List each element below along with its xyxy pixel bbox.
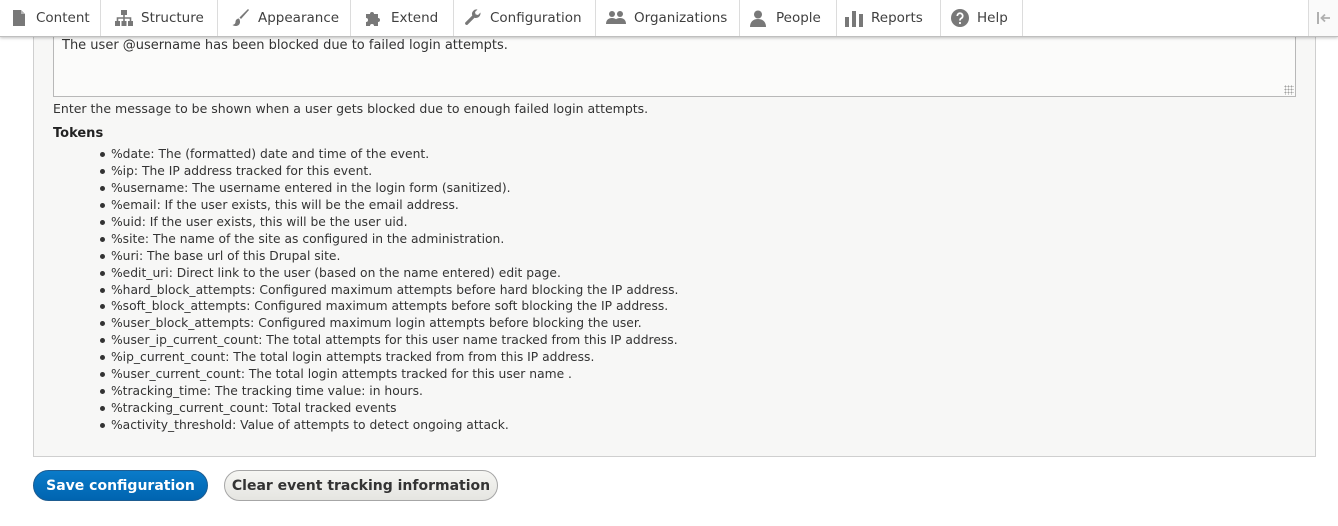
- token-item: %user_ip_current_count: The total attemp…: [99, 332, 678, 349]
- token-item: %user_block_attempts: Configured maximum…: [99, 315, 678, 332]
- token-item: %email: If the user exists, this will be…: [99, 197, 678, 214]
- sitemap-icon: [115, 9, 133, 27]
- toolbar-item-label: Configuration: [490, 10, 582, 26]
- token-item: %tracking_time: The tracking time value:…: [99, 383, 678, 400]
- toolbar-item-label: Reports: [871, 10, 923, 26]
- token-item: %user_current_count: The total login att…: [99, 366, 678, 383]
- toolbar-item-label: Content: [36, 10, 90, 26]
- tokens-list: %date: The (formatted) date and time of …: [99, 146, 678, 434]
- toolbar-item-structure[interactable]: Structure: [101, 0, 218, 36]
- toolbar-item-label: Structure: [141, 10, 204, 26]
- toolbar-item-content[interactable]: Content: [0, 0, 101, 36]
- toolbar-item-label: Help: [977, 10, 1008, 26]
- person-icon: [750, 9, 768, 27]
- page-icon: [10, 9, 28, 27]
- token-item: %activity_threshold: Value of attempts t…: [99, 417, 678, 434]
- token-item: %soft_block_attempts: Configured maximum…: [99, 298, 678, 315]
- token-item: %hard_block_attempts: Configured maximum…: [99, 282, 678, 299]
- field-description: Enter the message to be shown when a use…: [53, 101, 649, 116]
- admin-toolbar: Content Structure Appearance Extend Conf…: [0, 0, 1338, 37]
- toolbar-item-organizations[interactable]: Organizations: [596, 0, 740, 36]
- clear-event-tracking-button[interactable]: Clear event tracking information: [224, 470, 498, 501]
- blocked-user-message-textarea[interactable]: The user @username has been blocked due …: [53, 30, 1296, 97]
- token-item: %username: The username entered in the l…: [99, 180, 678, 197]
- wrench-icon: [464, 9, 482, 27]
- toolbar-item-help[interactable]: Help: [941, 0, 1023, 36]
- toolbar-orientation-toggle[interactable]: [1308, 0, 1338, 36]
- toolbar-item-appearance[interactable]: Appearance: [218, 0, 351, 36]
- token-item: %edit_uri: Direct link to the user (base…: [99, 265, 678, 282]
- token-item: %ip_current_count: The total login attem…: [99, 349, 678, 366]
- bar-chart-icon: [845, 9, 863, 27]
- paintbrush-icon: [232, 9, 250, 27]
- toolbar-item-extend[interactable]: Extend: [351, 0, 454, 36]
- token-item: %tracking_current_count: Total tracked e…: [99, 400, 678, 417]
- collapse-arrow-icon: [1316, 9, 1331, 28]
- token-item: %uid: If the user exists, this will be t…: [99, 214, 678, 231]
- token-item: %ip: The IP address tracked for this eve…: [99, 163, 678, 180]
- toolbar-item-label: Organizations: [634, 10, 728, 26]
- token-item: %uri: The base url of this Drupal site.: [99, 248, 678, 265]
- save-configuration-button[interactable]: Save configuration: [33, 470, 208, 501]
- token-item: %date: The (formatted) date and time of …: [99, 146, 678, 163]
- tokens-heading: Tokens: [53, 126, 104, 141]
- token-item: %site: The name of the site as configure…: [99, 231, 678, 248]
- toolbar-item-label: People: [776, 10, 821, 26]
- toolbar-item-label: Appearance: [258, 10, 340, 26]
- toolbar-item-reports[interactable]: Reports: [837, 0, 941, 36]
- toolbar-item-people[interactable]: People: [740, 0, 837, 36]
- people-group-icon: [606, 9, 626, 27]
- toolbar-item-configuration[interactable]: Configuration: [454, 0, 596, 36]
- question-circle-icon: [951, 9, 969, 27]
- puzzle-icon: [365, 9, 383, 27]
- toolbar-item-label: Extend: [391, 10, 439, 26]
- resize-grip[interactable]: [1284, 85, 1294, 95]
